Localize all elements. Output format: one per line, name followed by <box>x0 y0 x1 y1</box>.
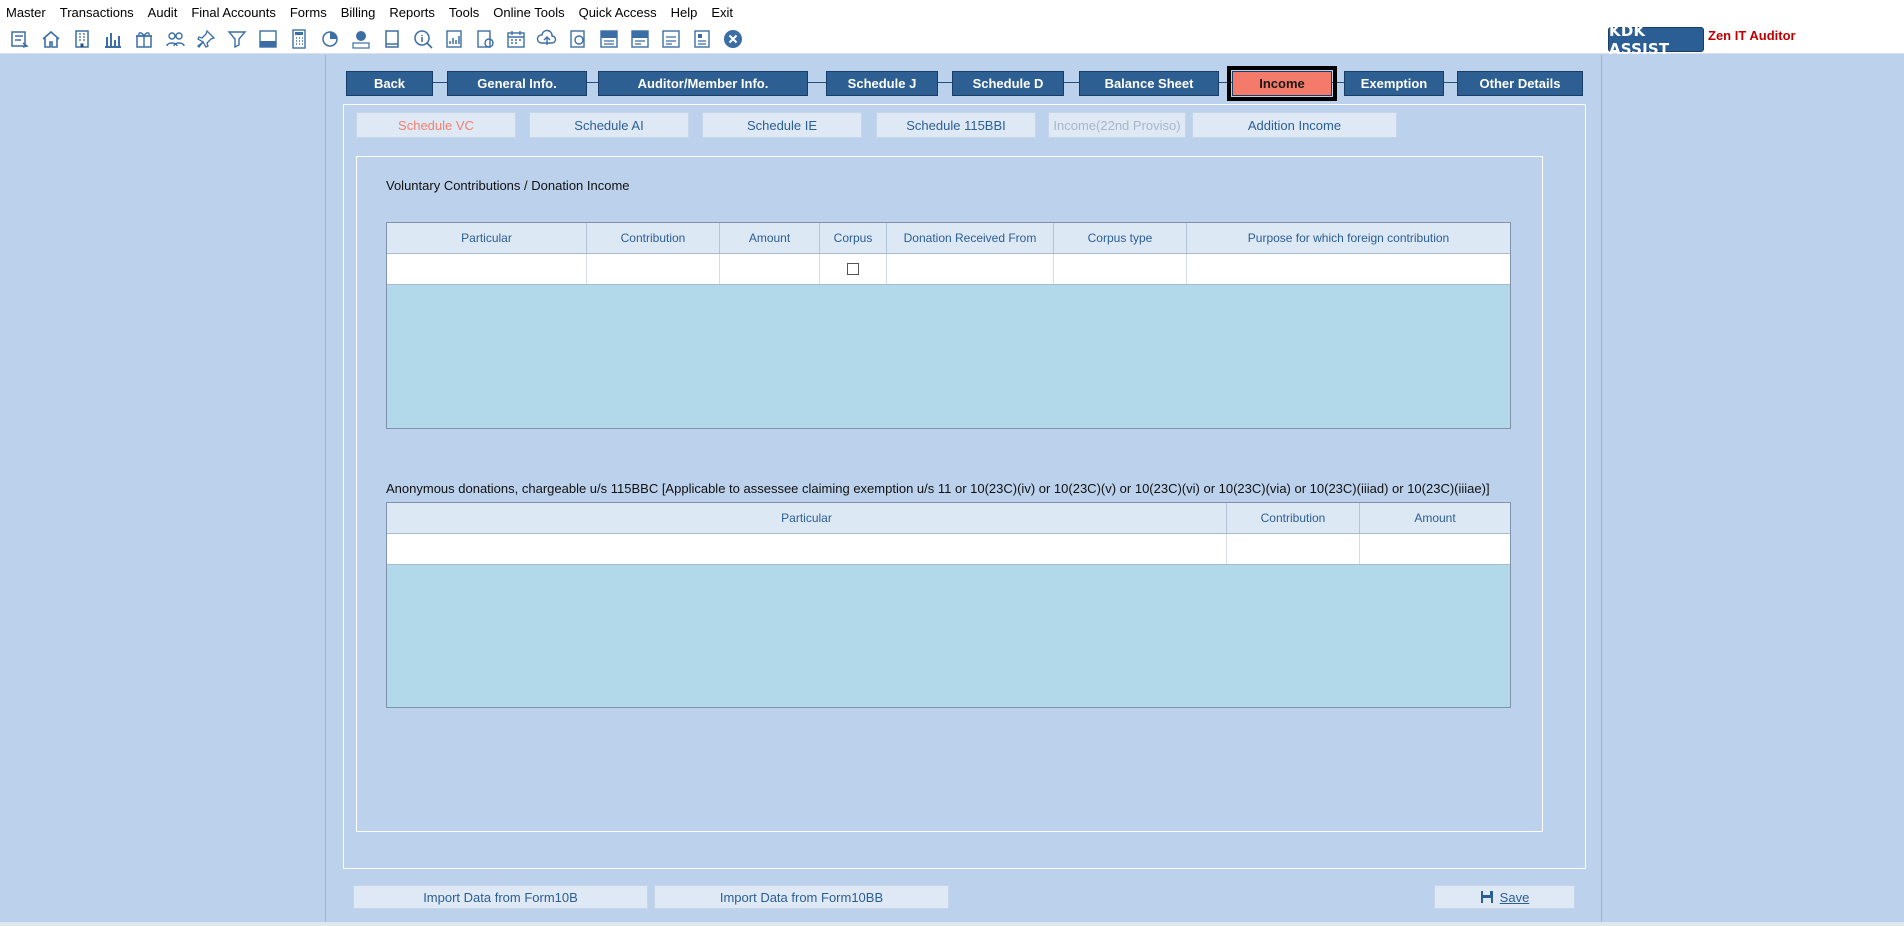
status-strip <box>0 922 1904 926</box>
cell-corpus <box>820 254 887 284</box>
table-row <box>387 254 1510 285</box>
exchange-icon[interactable] <box>8 28 32 50</box>
users-icon[interactable] <box>163 28 187 50</box>
subtab-schedule-ai[interactable]: Schedule AI <box>529 112 689 138</box>
menu-bar: Master Transactions Audit Final Accounts… <box>0 0 1904 24</box>
tax-icon[interactable] <box>256 28 280 50</box>
subtab-schedule-115bbi[interactable]: Schedule 115BBI <box>876 112 1036 138</box>
tab-schedule-j[interactable]: Schedule J <box>826 71 938 96</box>
menu-online-tools[interactable]: Online Tools <box>493 5 564 20</box>
gift-icon[interactable] <box>132 28 156 50</box>
subtab-schedule-ie[interactable]: Schedule IE <box>702 112 862 138</box>
pie-chart-icon[interactable] <box>318 28 342 50</box>
main-panel: Back General Info. Auditor/Member Info. … <box>326 55 1601 926</box>
subtab-income-22nd-proviso: Income(22nd Proviso) <box>1048 112 1186 138</box>
menu-audit[interactable]: Audit <box>148 5 178 20</box>
left-panel <box>0 55 325 926</box>
menu-forms[interactable]: Forms <box>290 5 327 20</box>
close-circle-icon[interactable] <box>721 28 745 50</box>
menu-reports[interactable]: Reports <box>389 5 435 20</box>
save-label: Save <box>1499 889 1530 905</box>
bar-chart-icon[interactable] <box>101 28 125 50</box>
pin-icon[interactable] <box>194 28 218 50</box>
cell-contribution[interactable] <box>587 254 720 284</box>
calculator-icon[interactable] <box>287 28 311 50</box>
menu-billing[interactable]: Billing <box>341 5 376 20</box>
info-search-icon[interactable] <box>411 28 435 50</box>
col-contribution[interactable]: Contribution <box>1227 503 1360 533</box>
bs-icon[interactable] <box>597 28 621 50</box>
filter-icon[interactable] <box>225 28 249 50</box>
building-icon[interactable] <box>70 28 94 50</box>
tab-income[interactable]: Income <box>1227 66 1337 101</box>
tab-other-details[interactable]: Other Details <box>1457 71 1583 96</box>
tab-balance-sheet[interactable]: Balance Sheet <box>1079 71 1219 96</box>
subtab-schedule-vc[interactable]: Schedule VC <box>356 112 516 138</box>
scd-icon[interactable] <box>659 28 683 50</box>
table-row <box>387 534 1510 565</box>
right-divider <box>1601 55 1602 926</box>
bs-sch-icon[interactable] <box>628 28 652 50</box>
col-contribution[interactable]: Contribution <box>587 223 720 253</box>
cell-amount[interactable] <box>720 254 820 284</box>
app-name: Zen IT Auditor <box>1708 28 1796 43</box>
report-icon[interactable] <box>473 28 497 50</box>
cell-amount[interactable] <box>1360 534 1510 564</box>
menu-master[interactable]: Master <box>6 5 46 20</box>
voluntary-section-title: Voluntary Contributions / Donation Incom… <box>386 178 630 193</box>
calendar-icon[interactable] <box>504 28 528 50</box>
col-particular[interactable]: Particular <box>387 503 1227 533</box>
upload-icon[interactable] <box>535 28 559 50</box>
cell-corpus-type[interactable] <box>1054 254 1187 284</box>
refresh-icon[interactable] <box>566 28 590 50</box>
col-amount[interactable]: Amount <box>720 223 820 253</box>
grid-header: Particular Contribution Amount <box>387 503 1510 534</box>
menu-help[interactable]: Help <box>671 5 698 20</box>
book-icon[interactable] <box>380 28 404 50</box>
menu-tools[interactable]: Tools <box>449 5 479 20</box>
floppy-disk-icon <box>1480 891 1493 903</box>
tab-schedule-d[interactable]: Schedule D <box>952 71 1064 96</box>
menu-exit[interactable]: Exit <box>711 5 733 20</box>
col-purpose[interactable]: Purpose for which foreign contribution <box>1187 223 1510 253</box>
right-panel <box>1602 55 1904 926</box>
col-amount[interactable]: Amount <box>1360 503 1510 533</box>
cell-contribution[interactable] <box>1227 534 1360 564</box>
tab-back[interactable]: Back <box>346 71 433 96</box>
tab-general-info[interactable]: General Info. <box>447 71 587 96</box>
ledger-icon[interactable] <box>442 28 466 50</box>
grid-header: Particular Contribution Amount Corpus Do… <box>387 223 1510 254</box>
cell-purpose[interactable] <box>1187 254 1510 284</box>
cell-particular[interactable] <box>387 254 587 284</box>
col-particular[interactable]: Particular <box>387 223 587 253</box>
grid-report-icon[interactable] <box>690 28 714 50</box>
save-button[interactable]: Save <box>1434 885 1575 909</box>
import-form10bb-button[interactable]: Import Data from Form10BB <box>654 885 949 909</box>
tab-exemption[interactable]: Exemption <box>1344 71 1444 96</box>
toolbar: KDK ASSIST Zen IT Auditor <box>0 22 1904 58</box>
cell-received-from[interactable] <box>887 254 1054 284</box>
cell-particular[interactable] <box>387 534 1227 564</box>
import-form10b-button[interactable]: Import Data from Form10B <box>353 885 648 909</box>
menu-quick-access[interactable]: Quick Access <box>579 5 657 20</box>
tab-auditor-member-info[interactable]: Auditor/Member Info. <box>598 71 808 96</box>
pay-icon[interactable] <box>349 28 373 50</box>
home-icon[interactable] <box>39 28 63 50</box>
subtab-addition-income[interactable]: Addition Income <box>1192 112 1397 138</box>
col-corpus[interactable]: Corpus <box>820 223 887 253</box>
corpus-checkbox[interactable] <box>847 263 859 275</box>
menu-transactions[interactable]: Transactions <box>60 5 134 20</box>
brand-logo: KDK ASSIST <box>1608 22 1704 58</box>
col-donation-received-from[interactable]: Donation Received From <box>887 223 1054 253</box>
anonymous-donations-grid: Particular Contribution Amount <box>386 502 1511 708</box>
anonymous-section-title: Anonymous donations, chargeable u/s 115B… <box>386 481 1490 496</box>
voluntary-contributions-grid: Particular Contribution Amount Corpus Do… <box>386 222 1511 429</box>
menu-final-accounts[interactable]: Final Accounts <box>191 5 276 20</box>
col-corpus-type[interactable]: Corpus type <box>1054 223 1187 253</box>
